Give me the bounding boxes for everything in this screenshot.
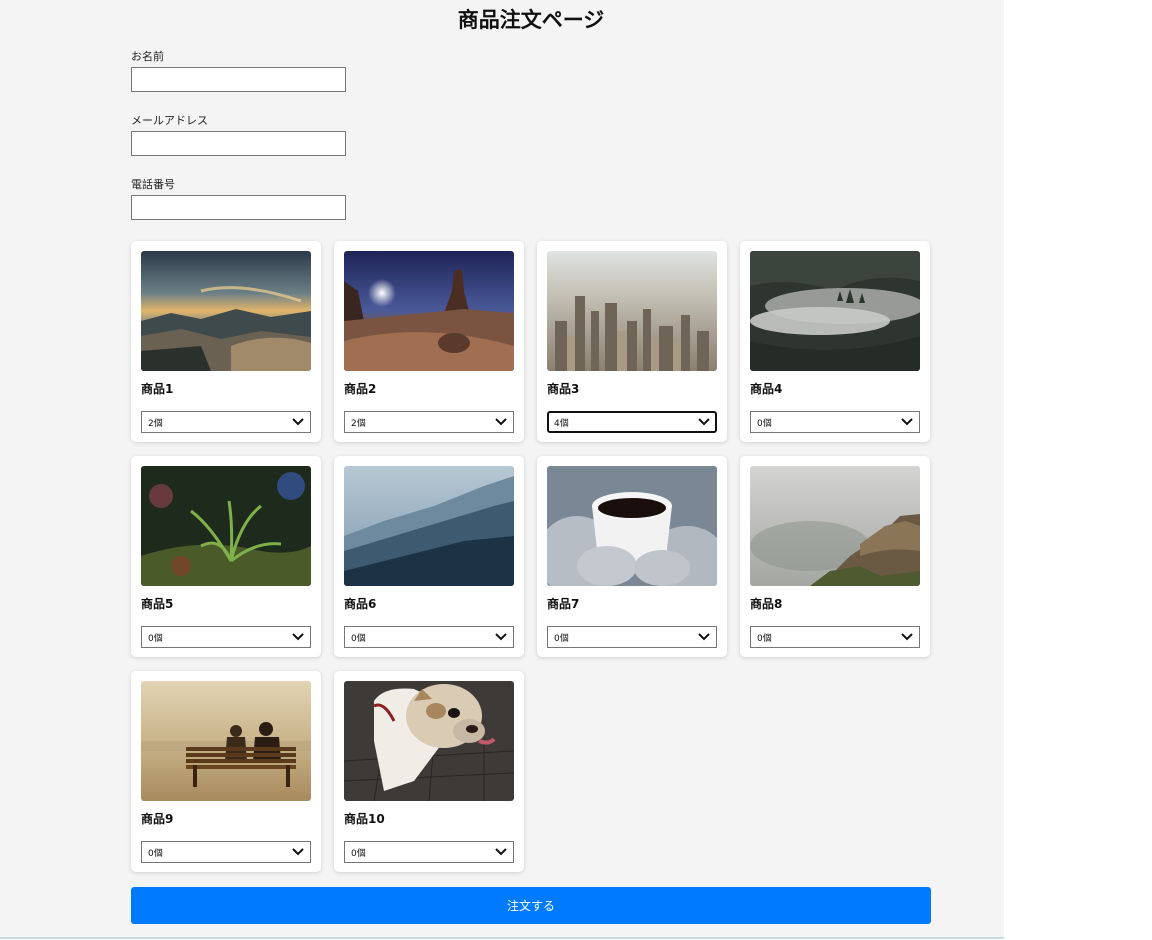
submit-order-button[interactable]: 注文する xyxy=(131,887,931,924)
phone-label: 電話番号 xyxy=(131,178,175,191)
product-name: 商品2 xyxy=(344,382,377,396)
phone-input[interactable] xyxy=(131,195,346,220)
quantity-value: 0個 xyxy=(351,848,366,859)
product-card: 商品3 4個 xyxy=(537,241,727,442)
quantity-select[interactable]: 2個 xyxy=(141,411,311,433)
product-name: 商品7 xyxy=(547,597,580,611)
product-name: 商品5 xyxy=(141,597,174,611)
chevron-down-icon xyxy=(292,633,304,641)
product-image-misty-mountains xyxy=(344,466,514,586)
product-image-plant-closeup xyxy=(141,466,311,586)
product-name: 商品3 xyxy=(547,382,580,396)
product-card: 商品2 2個 xyxy=(334,241,524,442)
quantity-select[interactable]: 2個 xyxy=(344,411,514,433)
quantity-value: 2個 xyxy=(351,418,366,429)
chevron-down-icon xyxy=(495,848,507,856)
quantity-select[interactable]: 0個 xyxy=(344,841,514,863)
chevron-down-icon xyxy=(495,418,507,426)
chevron-down-icon xyxy=(292,848,304,856)
quantity-select[interactable]: 4個 xyxy=(547,411,717,433)
product-card: 商品5 0個 xyxy=(131,456,321,657)
product-image-desert-night xyxy=(344,251,514,371)
product-image-bulldog xyxy=(344,681,514,801)
chevron-down-icon xyxy=(901,418,913,426)
email-label: メールアドレス xyxy=(131,114,208,127)
product-name: 商品4 xyxy=(750,382,783,396)
quantity-select[interactable]: 0個 xyxy=(141,626,311,648)
quantity-select[interactable]: 0個 xyxy=(750,626,920,648)
chevron-down-icon xyxy=(495,633,507,641)
quantity-select[interactable]: 0個 xyxy=(141,841,311,863)
product-card: 商品8 0個 xyxy=(740,456,930,657)
product-name: 商品9 xyxy=(141,812,174,826)
product-grid: 商品1 2個 商品2 2個 商品3 4個 商品4 0個 商品5 0個 商品6 0… xyxy=(131,241,931,872)
product-image-coffee-cup xyxy=(547,466,717,586)
email-input[interactable] xyxy=(131,131,346,156)
product-name: 商品6 xyxy=(344,597,377,611)
name-input[interactable] xyxy=(131,67,346,92)
quantity-value: 0個 xyxy=(757,418,772,429)
quantity-value: 0個 xyxy=(351,633,366,644)
quantity-value: 0個 xyxy=(554,633,569,644)
quantity-select[interactable]: 0個 xyxy=(344,626,514,648)
product-image-mountain-sunset xyxy=(141,251,311,371)
product-name: 商品10 xyxy=(344,812,385,826)
quantity-value: 2個 xyxy=(148,418,163,429)
page-background: 商品注文ページ お名前 メールアドレス 電話番号 商品1 2個 商品2 2個 商… xyxy=(0,0,1004,937)
quantity-value: 0個 xyxy=(757,633,772,644)
quantity-value: 0個 xyxy=(148,848,163,859)
page-bottom-divider xyxy=(0,937,1004,939)
product-image-foggy-cliff xyxy=(750,466,920,586)
page-title: 商品注文ページ xyxy=(457,8,605,32)
chevron-down-icon xyxy=(292,418,304,426)
quantity-select[interactable]: 0個 xyxy=(547,626,717,648)
product-image-foggy-forest xyxy=(750,251,920,371)
product-name: 商品1 xyxy=(141,382,174,396)
product-image-couple-bench xyxy=(141,681,311,801)
product-name: 商品8 xyxy=(750,597,783,611)
chevron-down-icon xyxy=(698,418,710,426)
product-card: 商品7 0個 xyxy=(537,456,727,657)
product-card: 商品10 0個 xyxy=(334,671,524,872)
product-card: 商品6 0個 xyxy=(334,456,524,657)
product-card: 商品1 2個 xyxy=(131,241,321,442)
quantity-value: 0個 xyxy=(148,633,163,644)
quantity-value: 4個 xyxy=(554,418,569,429)
quantity-select[interactable]: 0個 xyxy=(750,411,920,433)
chevron-down-icon xyxy=(901,633,913,641)
product-card: 商品4 0個 xyxy=(740,241,930,442)
chevron-down-icon xyxy=(698,633,710,641)
product-card: 商品9 0個 xyxy=(131,671,321,872)
product-image-city-aerial xyxy=(547,251,717,371)
name-label: お名前 xyxy=(131,50,164,63)
